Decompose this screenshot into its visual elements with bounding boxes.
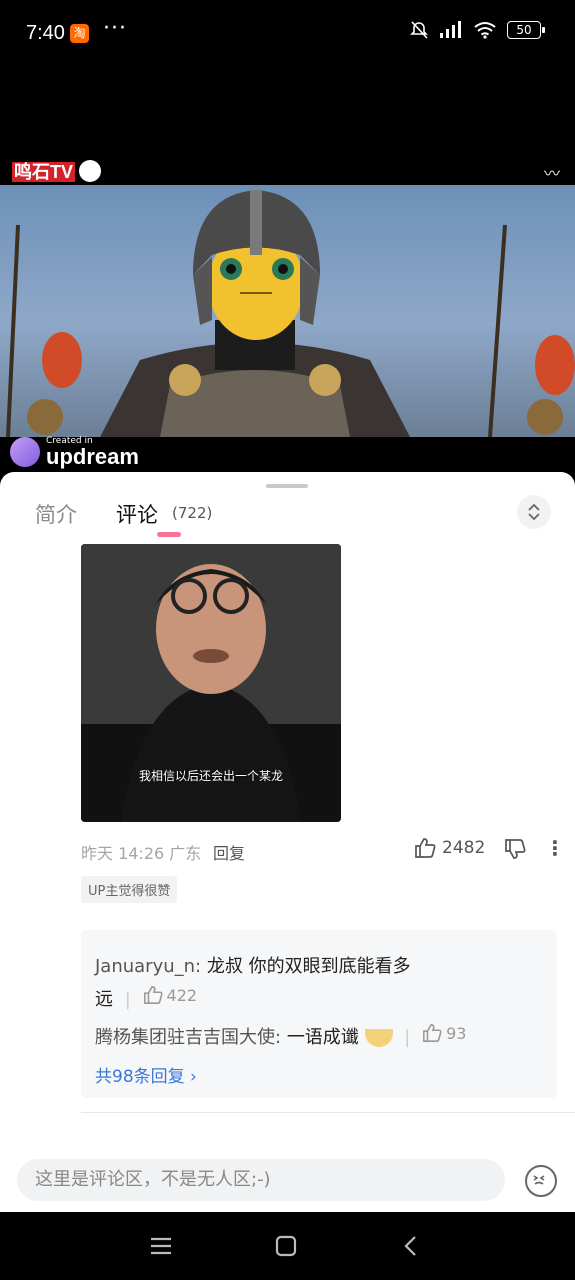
reply-1-continued: 远 | 422 [95,985,198,1011]
thumbs-down-icon [505,839,526,859]
reply-1-text-cont: 远 [95,989,113,1010]
dislike-button[interactable] [504,838,526,864]
like-count: 2482 [442,838,486,858]
emoji-icon [533,1175,545,1185]
reply-1-like-count: 422 [166,985,198,1005]
signal-icon [440,21,461,38]
noodle-emoji-icon [364,1029,393,1047]
home-icon[interactable] [275,1235,297,1257]
status-bar: 7:40 淘 ··· 50 [0,0,575,70]
video-frame-image [6,190,575,437]
channel-avatar-icon [79,160,102,182]
comment-divider [81,1112,575,1113]
more-options-icon[interactable]: ⋮ [545,836,565,860]
drag-handle[interactable] [266,484,308,488]
reply-2-text: 一语成谶 [286,1027,359,1048]
taobao-notification-icon: 淘 [70,24,89,43]
reply-1-author[interactable]: Januaryu_n: [95,956,201,977]
active-tab-indicator [157,532,181,537]
reply-2-like[interactable]: 93 [422,1023,466,1043]
replies-preview[interactable]: Januaryu_n: 龙叔 你的双眼到底能看多 远 | 422 腾杨集团驻吉吉… [81,930,557,1098]
thumbs-up-icon [143,986,163,1004]
view-all-replies-label: 共98条回复 [95,1067,185,1087]
mute-icon [410,21,428,39]
channel-logo: 鸣石TV [12,158,102,184]
chevron-updown-icon [528,503,540,521]
updream-logo-icon [10,437,40,467]
comment-image[interactable]: 我相信以后还会出一个某龙 [81,544,341,822]
reply-2-like-count: 93 [446,1023,467,1043]
watermark-brand: updream [46,444,139,469]
watermark-icon: 〰 [543,164,560,183]
wifi-icon [474,22,496,39]
recents-icon[interactable] [150,1236,172,1256]
view-all-replies-link[interactable]: 共98条回复 › [95,1062,197,1087]
more-notifications-icon: ··· [103,16,127,41]
system-nav-bar [0,1212,575,1280]
thumbs-up-icon [415,838,436,858]
chevron-right-icon: › [190,1067,197,1087]
comment-input[interactable]: 这里是评论区，不是无人区;-) [17,1159,505,1201]
clock: 7:40 [26,22,65,44]
like-button[interactable]: 2482 [414,837,485,859]
expand-collapse-button[interactable] [517,495,551,529]
comment-timestamp: 昨天 14:26 广东 [81,844,202,863]
tab-intro[interactable]: 简介 [35,499,77,529]
comment-input-bar: 这里是评论区，不是无人区;-) [0,1148,575,1212]
battery-indicator: 50 [507,21,545,39]
comment-count: (722) [172,504,213,522]
reply-button[interactable]: 回复 [213,840,245,864]
reply-1[interactable]: Januaryu_n: 龙叔 你的双眼到底能看多 [95,952,411,978]
reply-2[interactable]: 腾杨集团驻吉吉国大使: 一语成谶 | 93 [95,1023,466,1049]
thumbs-up-icon [423,1024,442,1042]
emoji-button[interactable] [525,1165,557,1197]
video-player[interactable] [0,185,575,437]
up-liked-badge: UP主觉得很赞 [81,876,178,903]
reply-2-author[interactable]: 腾杨集团驻吉吉国大使: [95,1027,281,1048]
updream-watermark: Created in updream [10,436,139,468]
reply-1-text: 龙叔 你的双眼到底能看多 [206,956,411,977]
tab-comments[interactable]: 评论 [116,499,158,529]
comment-sheet: 简介 评论 (722) 我相信以后还会出一个某龙 昨天 14:26 广东 回复 … [0,472,575,1212]
reply-1-like[interactable]: 422 [143,985,198,1005]
image-caption: 我相信以后还会出一个某龙 [138,769,283,783]
back-icon[interactable] [402,1235,418,1257]
